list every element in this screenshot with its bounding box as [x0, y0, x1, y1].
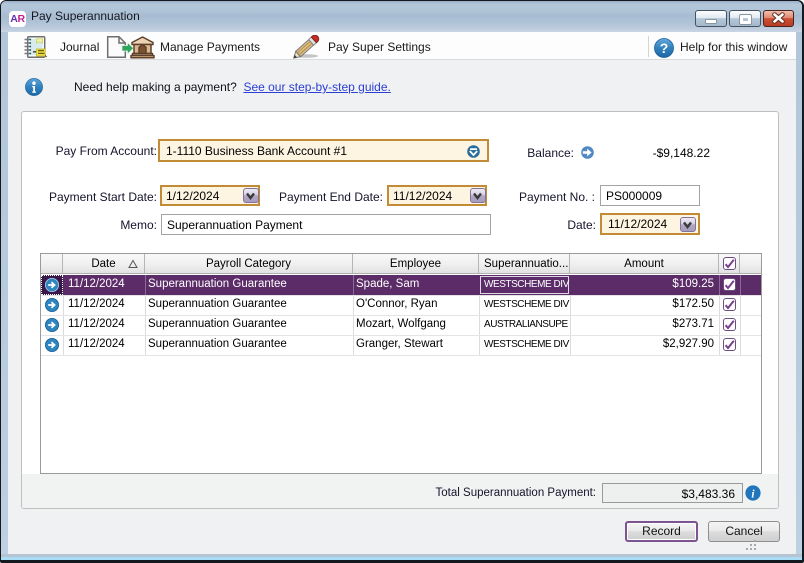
svg-text:?: ?: [660, 40, 669, 56]
